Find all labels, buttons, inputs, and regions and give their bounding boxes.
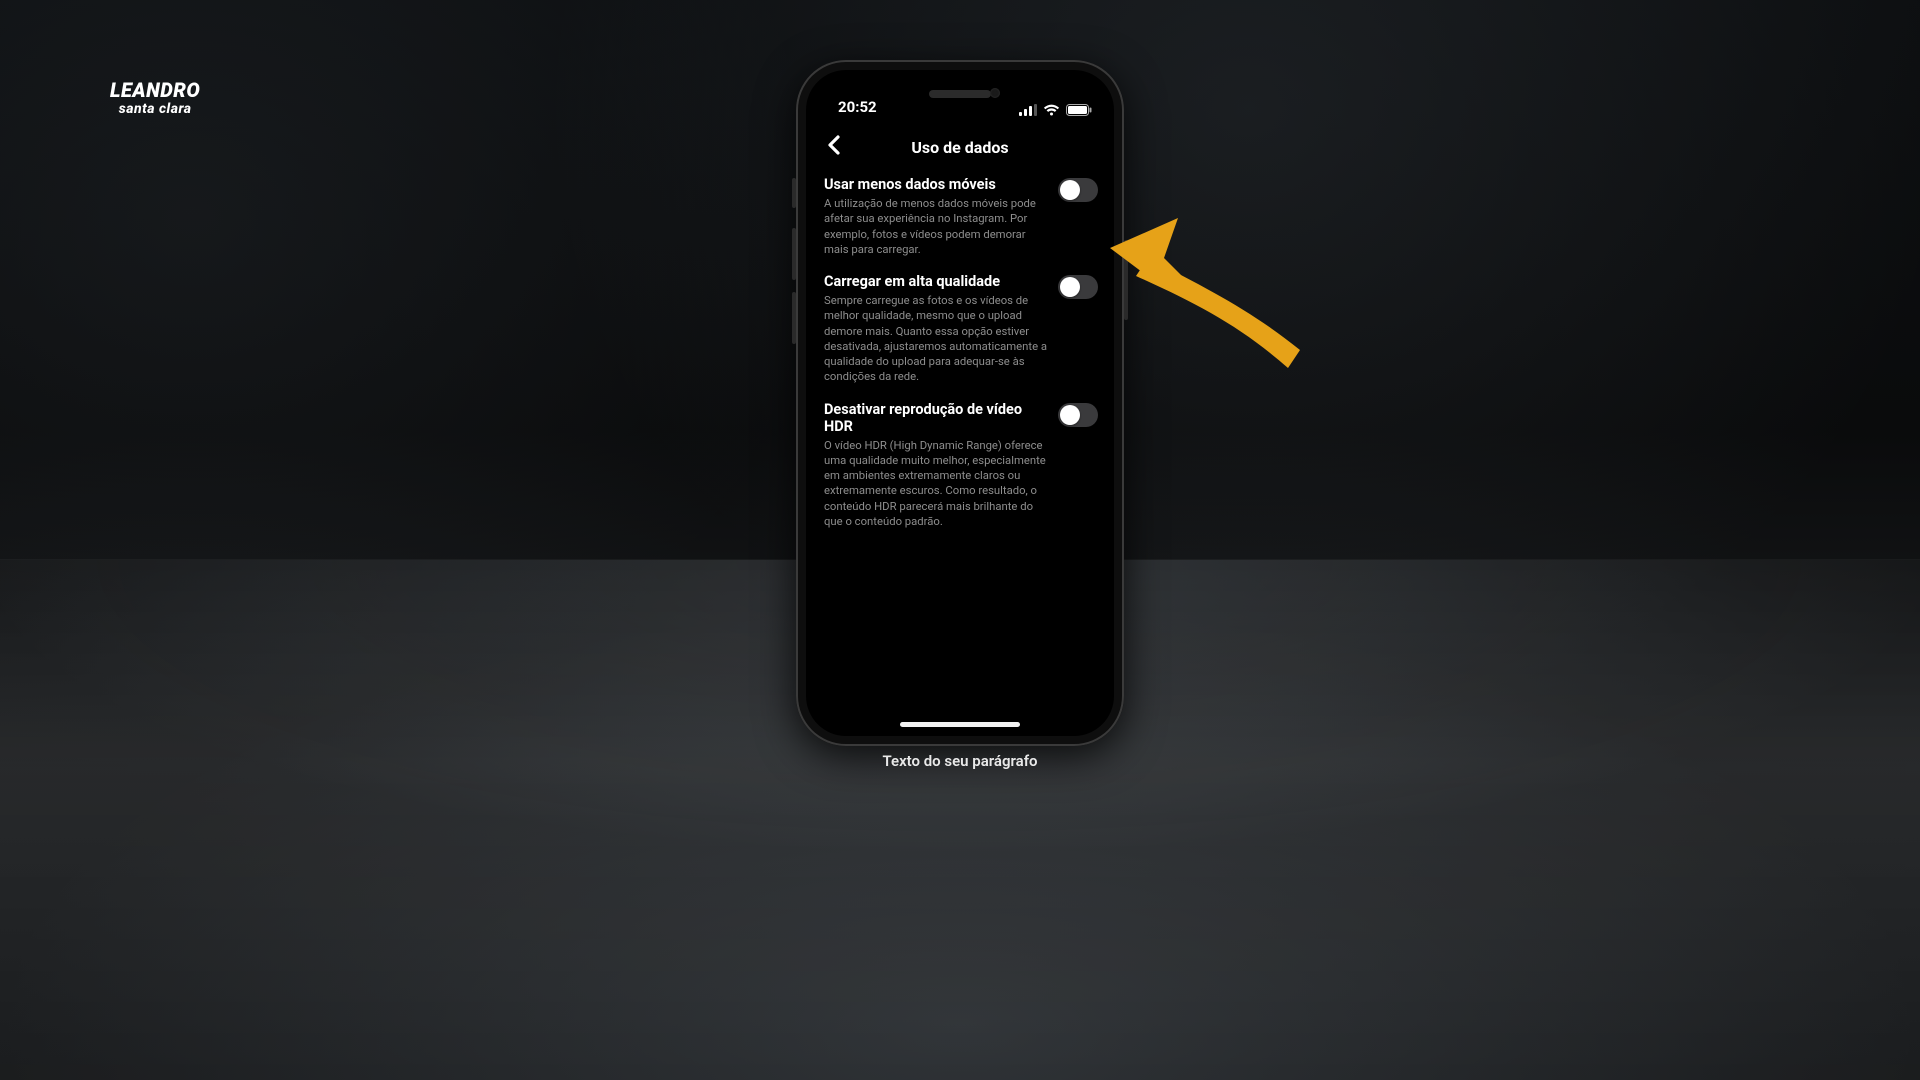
battery-icon [1066,104,1092,116]
phone-volume-up-button [792,228,796,280]
status-indicators [1019,104,1092,116]
toggle-disable-hdr-playback[interactable] [1058,403,1098,427]
settings-list: Usar menos dados móveis A utilização de … [824,170,1104,539]
setting-disable-hdr-playback: Desativar reprodução de vídeo HDR O víde… [824,395,1104,540]
setting-description: Sempre carregue as fotos e os vídeos de … [824,293,1048,385]
wifi-icon [1043,104,1060,116]
setting-title: Usar menos dados móveis [824,176,1048,193]
brand-line-2: santa clara [110,102,200,116]
toggle-knob [1060,405,1080,425]
home-indicator[interactable] [900,722,1020,727]
page-title: Uso de dados [911,138,1008,157]
toggle-high-quality-upload[interactable] [1058,275,1098,299]
status-time: 20:52 [838,98,877,116]
phone-power-button [1124,240,1128,320]
slide-caption: Texto do seu parágrafo [882,752,1037,770]
toggle-knob [1060,180,1080,200]
setting-description: O vídeo HDR (High Dynamic Range) oferece… [824,438,1048,530]
cellular-signal-icon [1019,104,1037,116]
back-button[interactable] [818,131,850,163]
setting-title: Desativar reprodução de vídeo HDR [824,401,1048,435]
brand-logo: LEANDRO santa clara [110,80,200,116]
attention-arrow-icon [1100,200,1320,380]
brand-line-1: LEANDRO [110,80,200,100]
toggle-use-less-data[interactable] [1058,178,1098,202]
phone-mute-switch [792,178,796,208]
stage-background: LEANDRO santa clara 20:52 [0,0,1920,1080]
chevron-left-icon [827,135,841,159]
status-bar: 20:52 [808,72,1112,120]
toggle-knob [1060,277,1080,297]
nav-header: Uso de dados [808,126,1112,168]
setting-description: A utilização de menos dados móveis pode … [824,196,1048,257]
setting-high-quality-upload: Carregar em alta qualidade Sempre carreg… [824,267,1104,395]
setting-title: Carregar em alta qualidade [824,273,1048,290]
phone-volume-down-button [792,292,796,344]
phone-mockup: 20:52 [796,60,1124,746]
setting-use-less-data: Usar menos dados móveis A utilização de … [824,170,1104,267]
phone-screen: 20:52 [808,72,1112,734]
